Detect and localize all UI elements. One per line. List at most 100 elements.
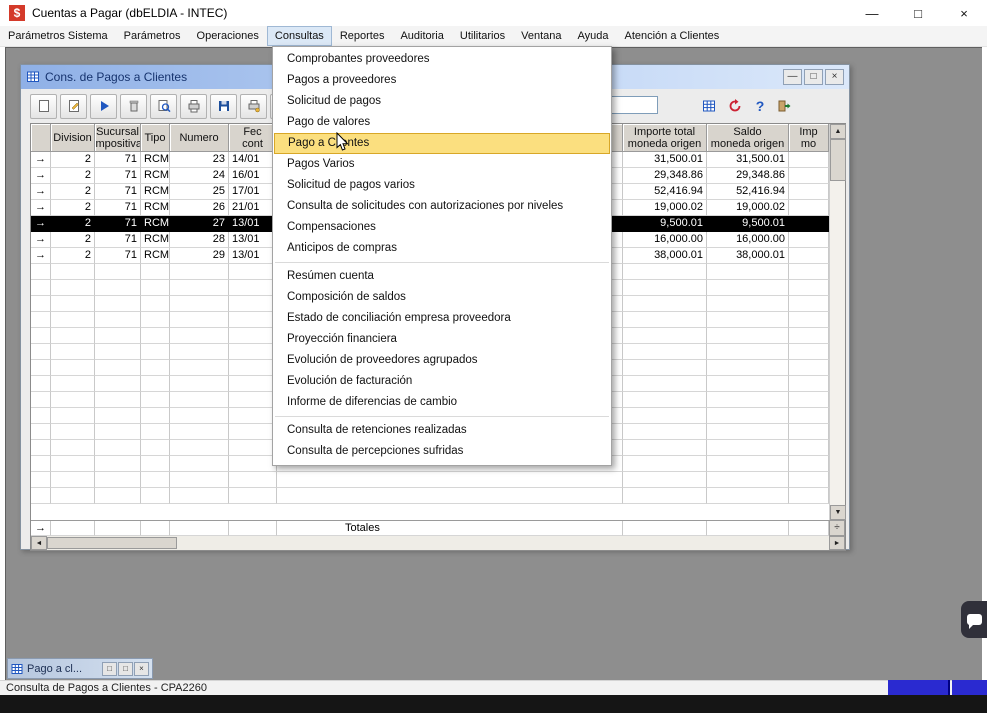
menu-item-pago-a-clientes[interactable]: Pago a Clientes (274, 133, 610, 154)
cell-division: 2 (51, 152, 95, 168)
new-record-button[interactable] (30, 94, 57, 119)
scroll-right-button[interactable]: ► (829, 536, 845, 550)
cell-tipo: RCM (141, 200, 170, 216)
vertical-scrollbar[interactable]: ▲ ▼ (829, 124, 845, 520)
save-button[interactable] (210, 94, 237, 119)
table-row-empty[interactable] (31, 472, 829, 488)
cell-tipo: RCM (141, 168, 170, 184)
scroll-down-button[interactable]: ▼ (830, 505, 846, 520)
menu-parametros-sistema[interactable]: Parámetros Sistema (0, 26, 116, 46)
menu-item-consulta-percepciones-sufridas[interactable]: Consulta de percepciones sufridas (273, 441, 611, 462)
cell-numero: 28 (170, 232, 229, 248)
cell-importe: 38,000.01 (623, 248, 707, 264)
scroll-up-button[interactable]: ▲ (830, 124, 846, 139)
menu-item-consulta-solicitudes-autorizaciones[interactable]: Consulta de solicitudes con autorizacion… (273, 196, 611, 217)
help-icon: ? (756, 98, 765, 114)
menu-parametros[interactable]: Parámetros (116, 26, 189, 46)
delete-record-button[interactable] (120, 94, 147, 119)
printer-setup-icon (246, 98, 262, 114)
minimized-window-title: Pago a cl... (27, 663, 82, 675)
child-window-controls: — □ × (781, 69, 844, 85)
cell-tipo: RCM (141, 152, 170, 168)
minimized-window-controls: □ □ × (101, 662, 149, 676)
menu-item-pagos-a-proveedores[interactable]: Pagos a proveedores (273, 70, 611, 91)
minimized-window-pago-a-clientes[interactable]: Pago a cl... □ □ × (7, 658, 153, 679)
menu-item-pagos-varios[interactable]: Pagos Varios (273, 154, 611, 175)
cell-division: 2 (51, 248, 95, 264)
preview-button[interactable] (150, 94, 177, 119)
menu-auditoria[interactable]: Auditoria (392, 26, 451, 46)
scroll-left-button[interactable]: ◄ (31, 536, 47, 550)
cell-saldo: 16,000.00 (707, 232, 789, 248)
window-title: Cuentas a Pagar (dbELDIA - INTEC) (32, 6, 227, 20)
grid-view-button[interactable] (697, 94, 721, 117)
menu-utilitarios[interactable]: Utilitarios (452, 26, 513, 46)
header-sucursal[interactable]: Sucursalimpositiva (95, 124, 141, 152)
menu-atencion-clientes[interactable]: Atención a Clientes (616, 26, 727, 46)
menu-item-proyeccion-financiera[interactable]: Proyección financiera (273, 329, 611, 350)
cell-division: 2 (51, 200, 95, 216)
header-imp[interactable]: Impmo (789, 124, 829, 152)
split-box[interactable]: ÷ (829, 520, 845, 536)
horizontal-scrollbar[interactable]: ◄ ► (31, 536, 845, 550)
child-restore-button[interactable]: □ (804, 69, 823, 85)
menu-item-evolucion-facturacion[interactable]: Evolución de facturación (273, 371, 611, 392)
minimize-button[interactable]: — (849, 0, 895, 26)
chat-overlay-button[interactable] (961, 601, 987, 638)
cell-importe: 31,500.01 (623, 152, 707, 168)
menu-item-composicion-de-saldos[interactable]: Composición de saldos (273, 287, 611, 308)
child-window-title: Cons. de Pagos a Clientes (45, 70, 187, 84)
row-indicator: → (31, 152, 51, 168)
menu-ayuda[interactable]: Ayuda (569, 26, 616, 46)
print-button[interactable] (180, 94, 207, 119)
menu-consultas[interactable]: Consultas (267, 26, 332, 46)
edit-record-button[interactable] (60, 94, 87, 119)
menu-item-anticipos-de-compras[interactable]: Anticipos de compras (273, 238, 611, 259)
menu-item-solicitud-de-pagos-varios[interactable]: Solicitud de pagos varios (273, 175, 611, 196)
header-division[interactable]: Division (51, 124, 95, 152)
menu-item-resumen-cuenta[interactable]: Resúmen cuenta (273, 266, 611, 287)
print-setup-button[interactable] (240, 94, 267, 119)
table-window-icon (26, 70, 40, 84)
help-button[interactable]: ? (748, 94, 772, 117)
menu-item-estado-conciliacion-empresa-proveedora[interactable]: Estado de conciliación empresa proveedor… (273, 308, 611, 329)
exit-button[interactable] (772, 94, 796, 117)
header-saldo[interactable]: Saldomoneda origen (707, 124, 789, 152)
min-maximize-button[interactable]: □ (118, 662, 133, 676)
close-button[interactable]: × (941, 0, 987, 26)
header-importe-total[interactable]: Importe totalmoneda origen (623, 124, 707, 152)
header-fecha[interactable]: Feccont (229, 124, 277, 152)
run-query-button[interactable] (90, 94, 117, 119)
menu-operaciones[interactable]: Operaciones (189, 26, 267, 46)
menu-item-comprobantes-proveedores[interactable]: Comprobantes proveedores (273, 49, 611, 70)
child-close-button[interactable]: × (825, 69, 844, 85)
min-close-button[interactable]: × (134, 662, 149, 676)
header-tipo[interactable]: Tipo (141, 124, 170, 152)
cell-fecha: 13/01 (229, 216, 277, 232)
cell-imp (789, 232, 829, 248)
menu-item-consulta-retenciones-realizadas[interactable]: Consulta de retenciones realizadas (273, 420, 611, 441)
min-restore-button[interactable]: □ (102, 662, 117, 676)
cell-numero: 26 (170, 200, 229, 216)
refresh-button[interactable] (723, 94, 747, 117)
menu-item-pago-de-valores[interactable]: Pago de valores (273, 112, 611, 133)
chat-bubble-icon (967, 614, 982, 625)
cell-division: 2 (51, 232, 95, 248)
menu-item-compensaciones[interactable]: Compensaciones (273, 217, 611, 238)
cell-importe: 16,000.00 (623, 232, 707, 248)
menu-ventana[interactable]: Ventana (513, 26, 569, 46)
menu-separator (275, 416, 609, 417)
vertical-scroll-thumb[interactable] (830, 139, 846, 181)
restore-button[interactable]: □ (895, 0, 941, 26)
table-row-empty[interactable] (31, 488, 829, 504)
cell-numero: 23 (170, 152, 229, 168)
menu-reportes[interactable]: Reportes (332, 26, 393, 46)
new-document-icon (36, 98, 52, 114)
menu-item-evolucion-proveedores-agrupados[interactable]: Evolución de proveedores agrupados (273, 350, 611, 371)
child-minimize-button[interactable]: — (783, 69, 802, 85)
menu-item-solicitud-de-pagos[interactable]: Solicitud de pagos (273, 91, 611, 112)
cell-fecha: 13/01 (229, 248, 277, 264)
header-numero[interactable]: Numero (170, 124, 229, 152)
menu-item-informe-diferencias-cambio[interactable]: Informe de diferencias de cambio (273, 392, 611, 413)
horizontal-scroll-thumb[interactable] (47, 537, 177, 549)
